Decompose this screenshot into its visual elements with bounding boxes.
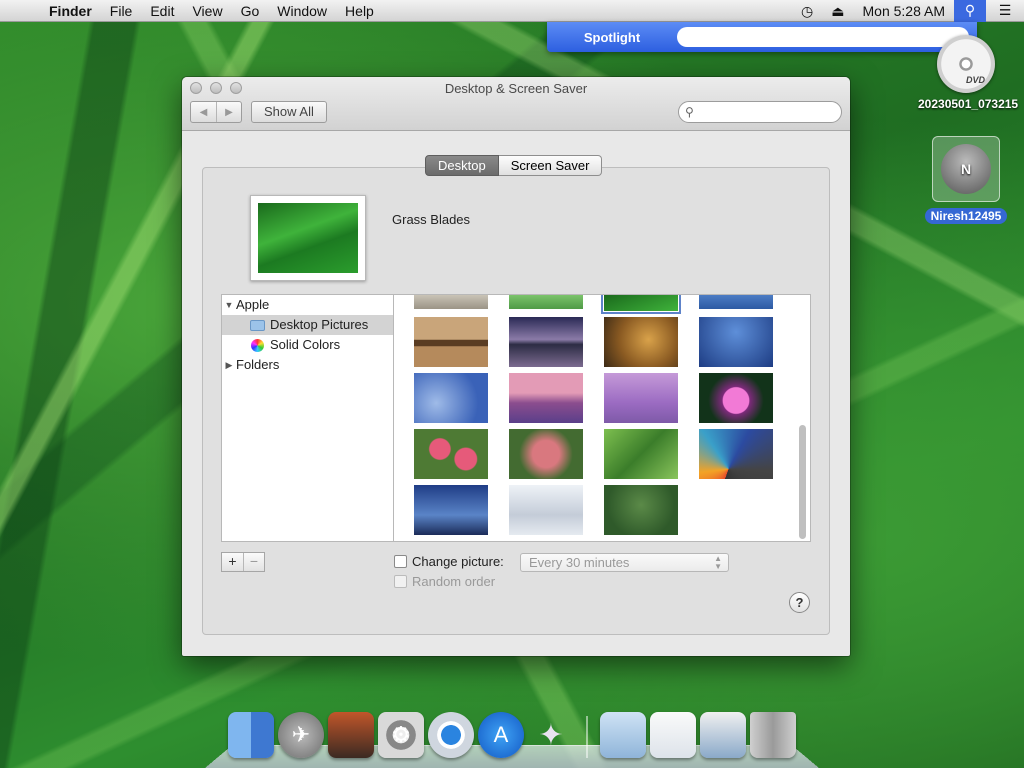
random-order-checkbox[interactable]: Random order bbox=[394, 574, 495, 589]
wallpaper-thumbnail[interactable] bbox=[509, 317, 583, 367]
source-list: ▼ Apple Desktop Pictures Solid Colors ▶ … bbox=[221, 294, 394, 542]
documents-folder-icon[interactable] bbox=[600, 712, 646, 758]
notification-list-icon[interactable]: ☰ bbox=[986, 2, 1024, 19]
menu-bar: Finder File Edit View Go Window Help ◷ ⏏… bbox=[0, 0, 1024, 22]
preferences-search-field[interactable]: ⚲ bbox=[678, 101, 842, 123]
source-item-solid-colors-label: Solid Colors bbox=[270, 337, 341, 352]
menu-window[interactable]: Window bbox=[268, 0, 336, 22]
wallpaper-thumbnail[interactable] bbox=[414, 317, 488, 367]
time-machine-icon[interactable]: ◷ bbox=[792, 0, 822, 22]
finder-icon[interactable] bbox=[228, 712, 274, 758]
menu-clock[interactable]: Mon 5:28 AM bbox=[854, 0, 955, 22]
wallpaper-thumbnail[interactable] bbox=[699, 295, 773, 309]
dvd-badge: DVD bbox=[965, 75, 985, 85]
dvd-label: 20230501_073215 bbox=[918, 97, 1019, 111]
change-interval-popup[interactable]: Every 30 minutes ▲ ▼ bbox=[520, 553, 729, 572]
menu-view[interactable]: View bbox=[183, 0, 231, 22]
tab-desktop[interactable]: Desktop bbox=[425, 155, 499, 176]
remove-folder-button[interactable]: − bbox=[243, 553, 264, 571]
chrome-icon[interactable] bbox=[428, 712, 474, 758]
app-store-icon[interactable]: A bbox=[478, 712, 524, 758]
spotlight-icon[interactable]: ⚲ bbox=[954, 0, 986, 22]
popup-arrows-icon: ▲ ▼ bbox=[714, 554, 722, 571]
window-title: Desktop & Screen Saver bbox=[444, 81, 588, 96]
user-disk-icon: N bbox=[941, 144, 991, 194]
change-picture-checkbox-box[interactable] bbox=[394, 555, 407, 568]
menu-go[interactable]: Go bbox=[232, 0, 269, 22]
wallpaper-thumbnail[interactable] bbox=[509, 485, 583, 535]
user-disk-label: Niresh12495 bbox=[924, 208, 1008, 224]
current-picture-preview bbox=[250, 195, 366, 281]
wallpaper-thumbnail-selected[interactable] bbox=[601, 295, 681, 314]
wallpaper-thumbnail[interactable] bbox=[414, 485, 488, 535]
dvd-desktop-icon[interactable]: DVD 20230501_073215 bbox=[918, 35, 1019, 111]
wallpaper-thumbnail[interactable] bbox=[699, 429, 773, 479]
dock: ✈ ⚙ A ✦ bbox=[228, 708, 796, 758]
picture-grid bbox=[393, 294, 811, 542]
system-preferences-icon[interactable]: ⚙ bbox=[378, 712, 424, 758]
user-disk-box: N bbox=[932, 136, 1000, 202]
help-button[interactable]: ? bbox=[789, 592, 810, 613]
tab-segmented-control: Desktop Screen Saver bbox=[425, 155, 603, 176]
wallpaper-thumbnail[interactable] bbox=[699, 373, 773, 423]
dvd-disc-icon: DVD bbox=[937, 35, 995, 93]
change-picture-checkbox[interactable]: Change picture: bbox=[394, 554, 504, 569]
search-icon: ⚲ bbox=[685, 105, 694, 119]
random-order-checkbox-box[interactable] bbox=[394, 575, 407, 588]
dock-separator bbox=[586, 716, 588, 758]
wallpaper-thumbnail[interactable] bbox=[509, 295, 583, 309]
menu-app-finder[interactable]: Finder bbox=[40, 0, 101, 22]
grass-preview-image bbox=[258, 203, 358, 273]
picture-grid-scrollbar[interactable] bbox=[799, 425, 806, 539]
tab-screen-saver[interactable]: Screen Saver bbox=[498, 155, 603, 176]
wallpaper-thumbnail[interactable] bbox=[509, 429, 583, 479]
wallpaper-thumbnail[interactable] bbox=[604, 429, 678, 479]
user-disk-desktop-icon[interactable]: N Niresh12495 bbox=[916, 136, 1016, 224]
change-picture-label: Change picture: bbox=[412, 554, 504, 569]
source-group-apple-label: Apple bbox=[236, 297, 270, 312]
color-wheel-icon bbox=[251, 338, 264, 352]
menu-help[interactable]: Help bbox=[336, 0, 383, 22]
wallpaper-thumbnail[interactable] bbox=[414, 373, 488, 423]
menu-file[interactable]: File bbox=[101, 0, 142, 22]
wallpaper-thumbnail[interactable] bbox=[509, 373, 583, 423]
source-add-remove-buttons: + − bbox=[221, 552, 265, 572]
eject-icon[interactable]: ⏏ bbox=[822, 0, 853, 22]
wallpaper-thumbnail[interactable] bbox=[414, 429, 488, 479]
source-group-folders[interactable]: ▶ Folders bbox=[222, 355, 393, 375]
change-interval-value: Every 30 minutes bbox=[529, 555, 630, 570]
web-preview-icon[interactable] bbox=[650, 712, 696, 758]
forward-icon[interactable]: ▶ bbox=[216, 102, 241, 122]
wallpaper-thumbnail[interactable] bbox=[604, 485, 678, 535]
show-all-button[interactable]: Show All bbox=[251, 101, 327, 123]
add-folder-button[interactable]: + bbox=[222, 553, 243, 571]
desktop-screensaver-window: Desktop & Screen Saver ◀ ▶ Show All ⚲ De… bbox=[182, 77, 850, 656]
menu-edit[interactable]: Edit bbox=[141, 0, 183, 22]
source-group-apple[interactable]: ▼ Apple bbox=[222, 295, 393, 315]
wallpaper-thumbnail[interactable] bbox=[699, 317, 773, 367]
source-group-folders-label: Folders bbox=[236, 357, 280, 372]
source-item-desktop-pictures[interactable]: Desktop Pictures bbox=[222, 315, 393, 335]
random-order-label: Random order bbox=[412, 574, 496, 589]
folder-icon bbox=[250, 319, 265, 331]
nav-buttons: ◀ ▶ bbox=[190, 101, 242, 123]
disclosure-closed-icon[interactable]: ▶ bbox=[222, 355, 236, 375]
spotlight-panel: Spotlight bbox=[547, 22, 977, 52]
wallpaper-thumbnail[interactable] bbox=[604, 373, 678, 423]
trash-icon[interactable] bbox=[750, 712, 796, 758]
disclosure-open-icon[interactable]: ▼ bbox=[222, 295, 236, 315]
window-titlebar[interactable]: Desktop & Screen Saver ◀ ▶ Show All ⚲ bbox=[182, 77, 850, 131]
wizard-icon[interactable]: ✦ bbox=[528, 712, 574, 758]
current-picture-name: Grass Blades bbox=[392, 212, 471, 227]
launchpad-icon[interactable]: ✈ bbox=[278, 712, 324, 758]
spotlight-label: Spotlight bbox=[583, 29, 641, 45]
wallpaper-thumbnail[interactable] bbox=[414, 295, 488, 309]
window-thumb-icon[interactable] bbox=[700, 712, 746, 758]
source-item-desktop-pictures-label: Desktop Pictures bbox=[270, 317, 369, 332]
wallpaper-thumbnail[interactable] bbox=[604, 317, 678, 367]
photo-booth-icon[interactable] bbox=[328, 712, 374, 758]
source-item-solid-colors[interactable]: Solid Colors bbox=[222, 335, 393, 355]
back-icon[interactable]: ◀ bbox=[191, 102, 216, 122]
